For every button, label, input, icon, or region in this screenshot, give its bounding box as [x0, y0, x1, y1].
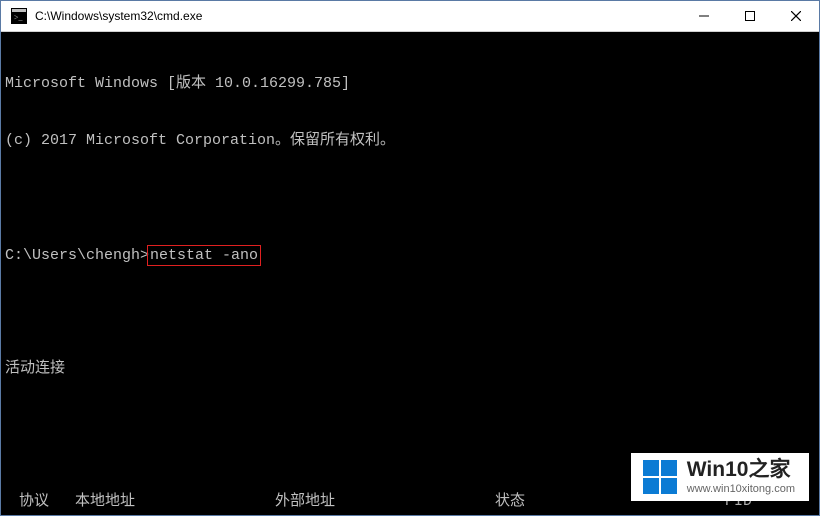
- close-button[interactable]: [773, 1, 819, 31]
- col-proto: 协议: [5, 492, 75, 511]
- window-controls: [681, 1, 819, 31]
- cmd-icon: >_: [9, 6, 29, 26]
- blank-line: [5, 416, 819, 435]
- window-titlebar[interactable]: >_ C:\Windows\system32\cmd.exe: [1, 1, 819, 32]
- col-foreign: 外部地址: [275, 492, 445, 511]
- command-highlight: netstat -ano: [147, 245, 261, 266]
- blank-line: [5, 302, 819, 321]
- header-line: Microsoft Windows [版本 10.0.16299.785]: [5, 74, 819, 93]
- watermark: Win10之家 www.win10xitong.com: [631, 453, 809, 501]
- windows-logo-icon: [643, 460, 677, 494]
- minimize-button[interactable]: [681, 1, 727, 31]
- header-line: (c) 2017 Microsoft Corporation。保留所有权利。: [5, 131, 819, 150]
- svg-text:>_: >_: [14, 13, 24, 22]
- window-title: C:\Windows\system32\cmd.exe: [35, 9, 681, 23]
- section-title: 活动连接: [5, 359, 819, 378]
- watermark-url: www.win10xitong.com: [687, 484, 795, 495]
- prompt-line: C:\Users\chengh>netstat -ano: [5, 245, 819, 264]
- col-local: 本地地址: [75, 492, 275, 511]
- terminal-output[interactable]: Microsoft Windows [版本 10.0.16299.785] (c…: [1, 32, 819, 515]
- watermark-title: Win10之家: [687, 459, 795, 480]
- blank-line: [5, 188, 819, 207]
- prompt-path: C:\Users\chengh>: [5, 247, 149, 264]
- maximize-button[interactable]: [727, 1, 773, 31]
